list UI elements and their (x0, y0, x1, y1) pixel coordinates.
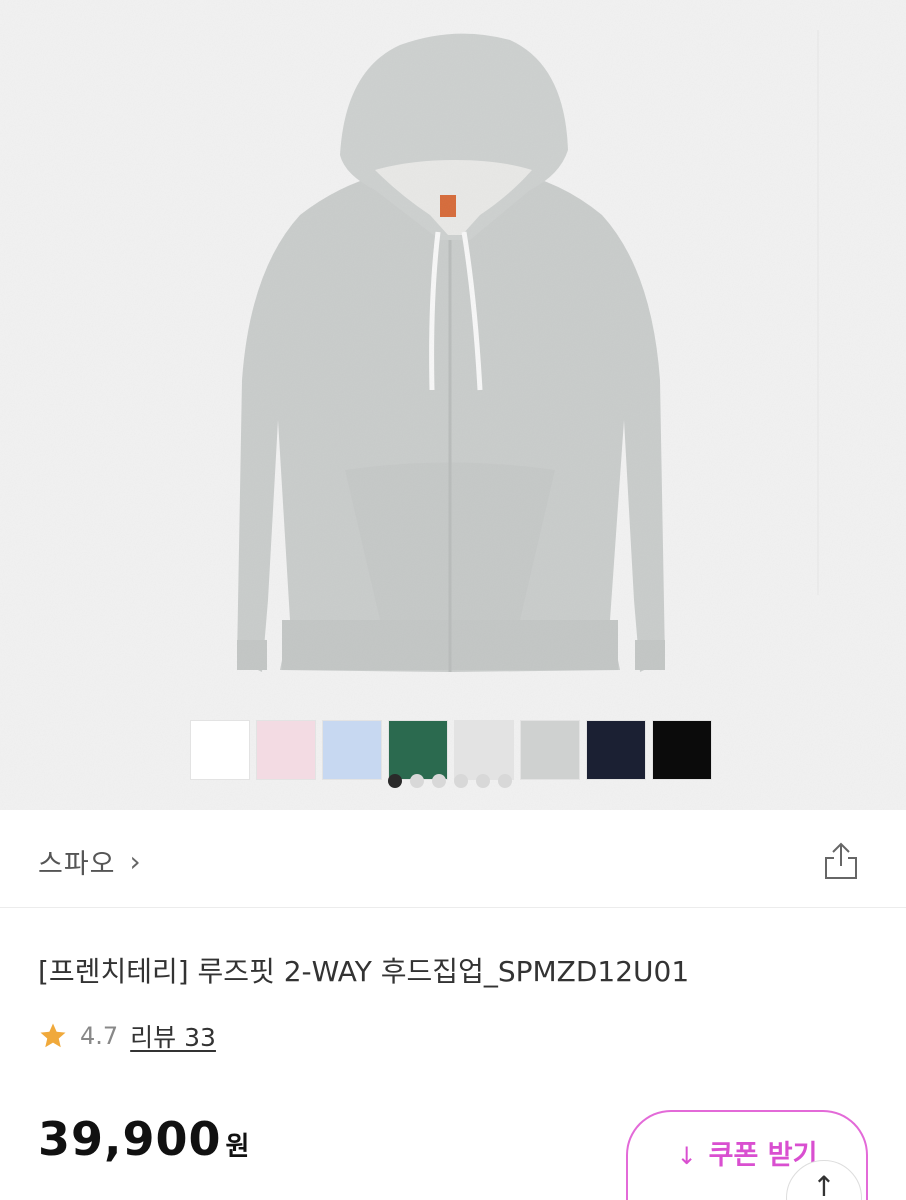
price-amount: 39,900 (38, 1112, 222, 1166)
image-pagination (388, 774, 512, 788)
pagination-dot[interactable] (388, 774, 402, 788)
color-swatch-list (190, 720, 712, 780)
color-swatch-white[interactable] (190, 720, 250, 780)
brand-name: 스파오 (38, 849, 116, 880)
arrow-up-icon: ↑ (812, 1170, 836, 1200)
rating-row: 4.7 리뷰 33 (38, 1018, 216, 1054)
product-image-area[interactable] (0, 0, 906, 810)
pagination-dot[interactable] (454, 774, 468, 788)
color-swatch-pink[interactable] (256, 720, 316, 780)
download-icon: ↓ (676, 1142, 697, 1170)
price-unit: 원 (225, 1132, 250, 1162)
pagination-dot[interactable] (432, 774, 446, 788)
color-swatch-sky-blue[interactable] (322, 720, 382, 780)
color-swatch-green[interactable] (388, 720, 448, 780)
price: 39,900 원 (38, 1112, 249, 1166)
color-swatch-melange-gray[interactable] (520, 720, 580, 780)
pagination-dot[interactable] (476, 774, 490, 788)
rating-value: 4.7 (80, 1022, 119, 1050)
color-swatch-light-gray[interactable] (454, 720, 514, 780)
product-title: [프렌치테리] 루즈핏 2-WAY 후드집업_SPMZD12U01 (38, 955, 690, 988)
brand-row: 스파오 › (0, 810, 906, 908)
pagination-dot[interactable] (410, 774, 424, 788)
product-photo (0, 0, 906, 810)
pagination-dot[interactable] (498, 774, 512, 788)
share-icon[interactable] (820, 840, 862, 882)
color-swatch-navy[interactable] (586, 720, 646, 780)
brand-link[interactable]: 스파오 › (38, 842, 141, 881)
star-icon (40, 1023, 66, 1048)
review-link[interactable]: 리뷰 33 (130, 1018, 216, 1054)
chevron-right-icon: › (129, 845, 141, 878)
color-swatch-black[interactable] (652, 720, 712, 780)
